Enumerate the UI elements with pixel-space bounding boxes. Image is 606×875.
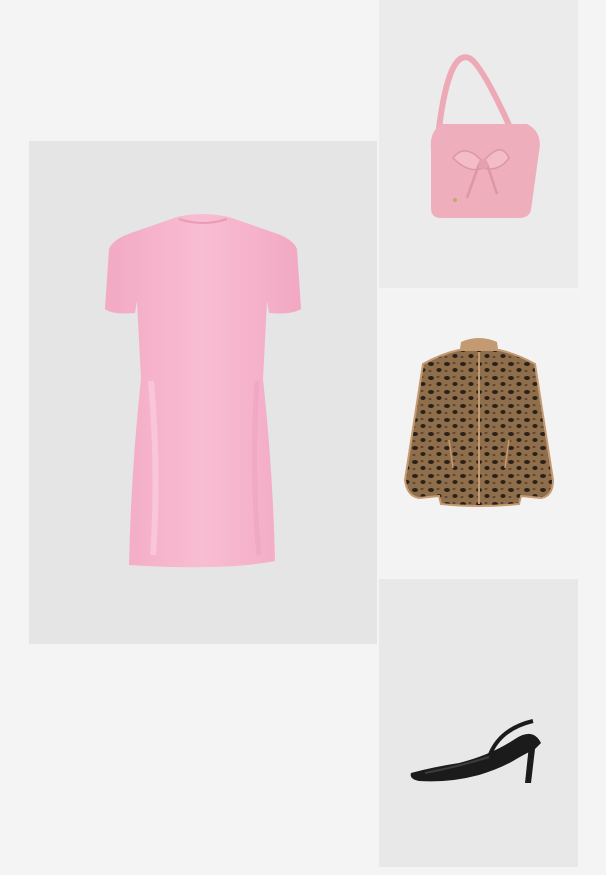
bag-panel[interactable]	[379, 0, 578, 288]
bag-image	[430, 54, 540, 218]
dress-image	[105, 214, 301, 568]
outfit-board	[0, 0, 606, 875]
jacket-image	[403, 338, 555, 507]
shoe-panel[interactable]	[379, 579, 578, 867]
dress-panel[interactable]	[29, 141, 377, 644]
shoe-image	[410, 719, 541, 783]
jacket-panel[interactable]	[379, 290, 578, 577]
